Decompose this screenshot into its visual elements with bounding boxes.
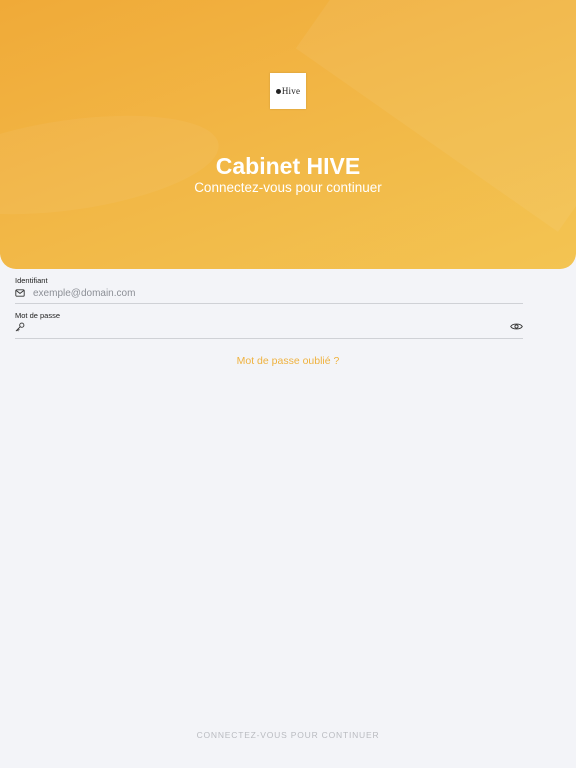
page-subtitle: Connectez-vous pour continuer [194,180,382,195]
eye-icon[interactable] [510,322,523,331]
key-icon [15,322,25,332]
mail-icon [15,289,25,297]
password-field: Mot de passe [15,311,523,339]
identifier-field: Identifiant [15,276,523,304]
identifier-input[interactable] [33,285,493,301]
forgot-password-link[interactable]: Mot de passe oublié ? [0,355,576,367]
header-decoration [295,0,576,232]
logo-text: Hive [281,86,301,96]
identifier-label: Identifiant [15,276,48,285]
page-title: Cabinet HIVE [215,153,361,179]
login-screen: Hive Cabinet HIVE Connectez-vous pour co… [0,0,576,768]
header-banner: Hive Cabinet HIVE Connectez-vous pour co… [0,0,576,269]
password-input[interactable] [33,319,493,335]
app-logo: Hive [270,73,306,109]
login-submit-button[interactable]: CONNECTEZ-VOUS POUR CONTINUER [0,730,576,740]
logo-dot-icon [275,88,281,94]
logo-mark: Hive [275,86,301,96]
